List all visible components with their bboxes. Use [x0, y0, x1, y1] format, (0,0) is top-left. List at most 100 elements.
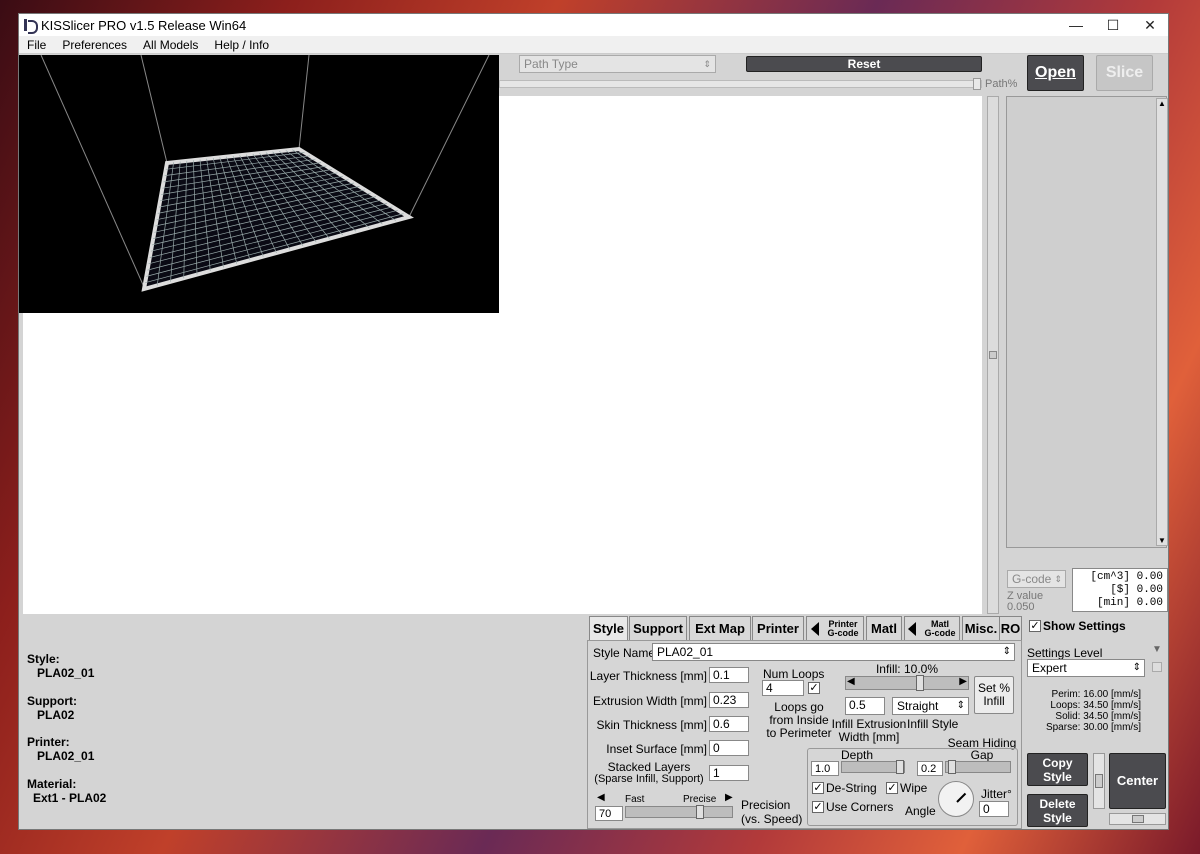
use-corners-label: Use Corners — [826, 800, 894, 814]
menu-preferences[interactable]: Preferences — [54, 38, 135, 52]
use-corners-checkbox[interactable]: ✓ — [812, 801, 824, 813]
infill-slider[interactable]: ◀ ▶ — [845, 675, 969, 691]
inset-surface-label: Inset Surface [mm] — [606, 742, 707, 756]
gap-slider-thumb[interactable] — [948, 760, 956, 774]
wipe-checkbox[interactable]: ✓ — [886, 782, 898, 794]
angle-dial-icon[interactable] — [938, 781, 974, 817]
style-name-value: PLA02_01 — [657, 645, 714, 659]
precise-label: Precise — [683, 794, 717, 805]
layer-vertical-slider[interactable] — [987, 96, 999, 614]
open-button[interactable]: Open — [1027, 55, 1084, 91]
style-name-select[interactable]: PLA02_01 ⇕ — [652, 643, 1015, 661]
settings-level-select[interactable]: Expert ⇕ — [1027, 659, 1145, 677]
menu-all-models[interactable]: All Models — [135, 38, 206, 52]
depth-value-input[interactable]: 1.0 — [811, 761, 839, 776]
jitter-input[interactable]: 0 — [979, 801, 1009, 817]
show-settings-checkbox[interactable]: ✓ — [1029, 620, 1041, 632]
center-slider-thumb[interactable] — [1132, 815, 1144, 823]
left-arrow-icon — [811, 621, 820, 636]
tab-printer-gcode[interactable]: Printer G-code — [806, 616, 864, 640]
center-horizontal-slider[interactable] — [1109, 813, 1166, 825]
center-button[interactable]: Center — [1109, 753, 1166, 809]
infill-percent-label: Infill: 10.0% — [875, 662, 939, 676]
close-button[interactable]: ✕ — [1133, 14, 1167, 36]
tab-matl[interactable]: Matl — [866, 616, 902, 640]
tab-printer[interactable]: Printer — [752, 616, 804, 640]
slice-button[interactable]: Slice — [1096, 55, 1153, 91]
path-percent-slider[interactable] — [499, 78, 982, 90]
delete-style-button[interactable]: Delete Style — [1027, 794, 1088, 827]
left-arrow-icon[interactable]: ◀ — [847, 676, 855, 687]
set-pct-line2: Infill — [983, 694, 1005, 708]
style-vertical-slider[interactable] — [1093, 753, 1105, 809]
3d-viewport[interactable] — [19, 54, 499, 313]
path-type-select[interactable]: Path Type ⇕ — [519, 55, 716, 73]
left-arrow-icon[interactable]: ◀ — [597, 792, 605, 803]
right-panel-scrollbar[interactable]: ▲ ▼ — [1156, 98, 1168, 546]
summary-material-label: Material: — [27, 777, 77, 791]
precision-sublabel: (vs. Speed) — [741, 812, 803, 826]
updown-arrow-icon: ⇕ — [956, 700, 965, 711]
tab-pro[interactable]: RO — [1000, 616, 1022, 640]
summary-printer-value: PLA02_01 — [37, 749, 95, 763]
copy-style-line2: Style — [1043, 769, 1072, 784]
destring-checkbox[interactable]: ✓ — [812, 782, 824, 794]
path-slider-thumb[interactable] — [973, 78, 981, 90]
minimize-button[interactable]: — — [1059, 14, 1093, 36]
precision-slider-thumb[interactable] — [696, 805, 704, 819]
depth-slider-thumb[interactable] — [896, 760, 904, 774]
loops-checkbox[interactable]: ✓ — [808, 682, 820, 694]
infill-extrusion-width-input[interactable]: 0.5 — [845, 697, 885, 715]
extrusion-width-label: Extrusion Width [mm] — [592, 694, 707, 708]
gcode-select[interactable]: G-code ⇕ — [1007, 570, 1066, 588]
wipe-label: Wipe — [900, 781, 928, 795]
summary-style-value: PLA02_01 — [37, 666, 95, 680]
settings-lock-toggle[interactable] — [1152, 662, 1162, 672]
tab-style[interactable]: Style — [589, 616, 628, 640]
delete-style-line1: Delete — [1039, 796, 1076, 811]
app-window: KISSlicer PRO v1.5 Release Win64 — ☐ ✕ F… — [18, 13, 1169, 830]
menu-help-info[interactable]: Help / Info — [206, 38, 277, 52]
stacked-layers-input[interactable]: 1 — [709, 765, 749, 781]
right-arrow-icon[interactable]: ▶ — [959, 676, 967, 687]
left-arrow-icon — [908, 621, 917, 636]
show-settings-label: Show Settings — [1043, 619, 1126, 633]
reset-button[interactable]: Reset — [746, 56, 982, 72]
infill-style-select[interactable]: Straight ⇕ — [892, 697, 969, 715]
layer-thickness-input[interactable]: 0.1 — [709, 667, 749, 683]
kisslicer-logo-icon — [23, 18, 38, 34]
num-loops-input[interactable]: 4 — [762, 680, 804, 696]
inset-surface-input[interactable]: 0 — [709, 740, 749, 756]
gap-slider[interactable] — [945, 760, 1011, 774]
depth-slider[interactable] — [841, 760, 905, 774]
right-arrow-icon[interactable]: ▶ — [725, 792, 733, 803]
tab-matl-gcode[interactable]: Matl G-code — [904, 616, 960, 640]
precision-slider[interactable] — [625, 805, 733, 819]
stats-box: [cm^3] 0.00 [$] 0.00 [min] 0.00 — [1072, 568, 1168, 612]
skin-thickness-input[interactable]: 0.6 — [709, 716, 749, 732]
precision-value-input[interactable]: 70 — [595, 806, 623, 821]
precision-label: Precision — [741, 798, 791, 812]
menu-file[interactable]: File — [19, 38, 54, 52]
right-preview-panel — [1006, 96, 1167, 548]
tab-misc[interactable]: Misc. — [962, 616, 1000, 640]
extrusion-width-input[interactable]: 0.23 — [709, 692, 749, 708]
layer-slider-thumb[interactable] — [989, 351, 997, 359]
set-percent-infill-button[interactable]: Set % Infill — [974, 676, 1014, 714]
infill-slider-thumb[interactable] — [916, 675, 924, 691]
fast-label: Fast — [625, 794, 645, 805]
style-slider-thumb[interactable] — [1095, 774, 1103, 788]
infill-style-label: Infill Style — [907, 717, 959, 731]
scroll-down-icon[interactable]: ▼ — [1158, 536, 1166, 545]
depth-label: Depth — [841, 748, 874, 762]
stacked-layers-label: Stacked Layers — [607, 760, 691, 774]
tab-ext-map[interactable]: Ext Map — [689, 616, 751, 640]
delete-style-line2: Style — [1043, 810, 1072, 825]
z-value: 0.050 — [1007, 601, 1035, 613]
tab-support[interactable]: Support — [629, 616, 687, 640]
scroll-up-icon[interactable]: ▲ — [1158, 99, 1166, 108]
maximize-button[interactable]: ☐ — [1096, 14, 1130, 36]
dropdown-triangle-icon[interactable]: ▼ — [1152, 644, 1162, 655]
gap-value-input[interactable]: 0.2 — [917, 761, 943, 776]
copy-style-button[interactable]: Copy Style — [1027, 753, 1088, 786]
